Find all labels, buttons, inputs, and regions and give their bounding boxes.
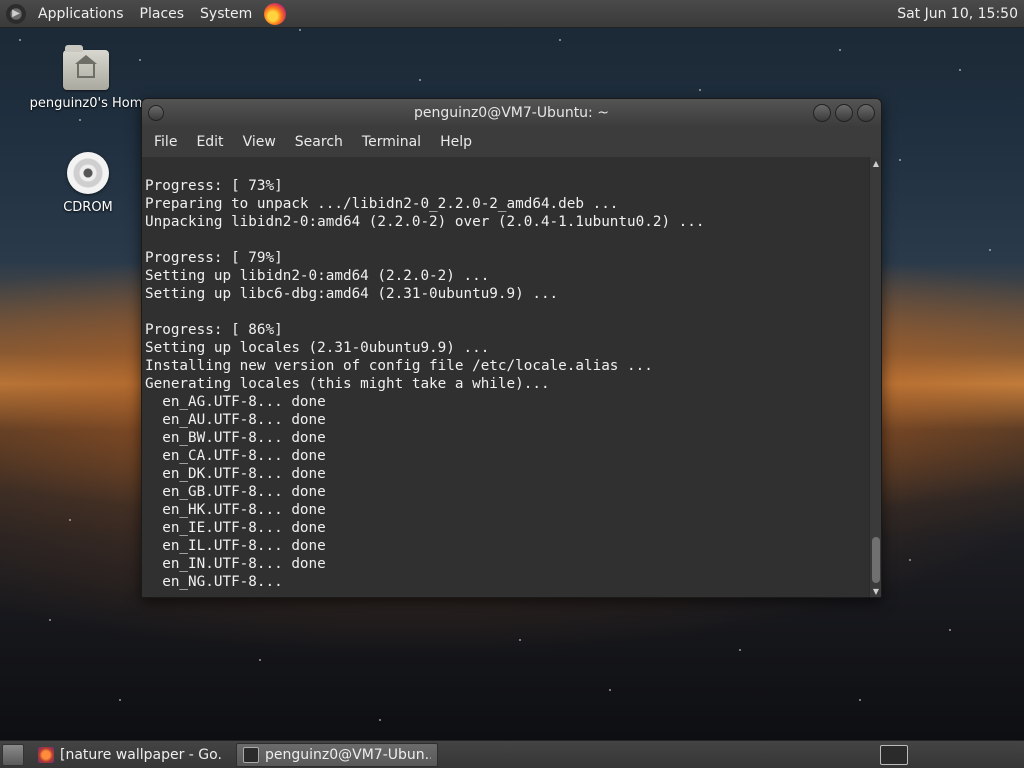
workspace-switcher-icon[interactable]	[880, 744, 908, 765]
cdrom-icon	[67, 152, 109, 194]
terminal-line: Unpacking libidn2-0:amd64 (2.2.0-2) over…	[145, 214, 705, 230]
home-folder-icon	[63, 45, 109, 90]
taskbar-item-browser[interactable]: [nature wallpaper - Go...	[32, 743, 228, 767]
system-menu[interactable]: System	[196, 6, 256, 22]
cdrom-label: CDROM	[63, 200, 113, 215]
taskbar-item-label: penguinz0@VM7-Ubun...	[265, 746, 431, 763]
desktop-home-folder[interactable]: penguinz0's Hom	[26, 45, 146, 111]
places-menu[interactable]: Places	[136, 6, 189, 22]
terminal-window: penguinz0@VM7-Ubuntu: ~ File Edit View S…	[141, 98, 882, 598]
maximize-button[interactable]	[835, 104, 853, 122]
terminal-line: Installing new version of config file /e…	[145, 358, 653, 374]
firefox-launcher-icon[interactable]	[264, 2, 287, 25]
menu-view[interactable]: View	[235, 134, 284, 150]
menu-search[interactable]: Search	[287, 134, 351, 150]
close-button[interactable]	[857, 104, 875, 122]
terminal-icon	[243, 746, 259, 763]
clock[interactable]: Sat Jun 10, 15:50	[897, 6, 1024, 22]
menu-file[interactable]: File	[146, 134, 185, 150]
menu-help[interactable]: Help	[432, 134, 480, 150]
terminal-line: en_GB.UTF-8... done	[145, 484, 326, 500]
taskbar-item-label: [nature wallpaper - Go...	[60, 746, 222, 763]
terminal-line: Setting up locales (2.31-0ubuntu9.9) ...	[145, 340, 490, 356]
terminal-line: Progress: [ 86%]	[145, 322, 283, 338]
window-menu-button[interactable]	[148, 105, 164, 121]
terminal-menubar: File Edit View Search Terminal Help	[142, 127, 881, 157]
terminal-line: en_NG.UTF-8...	[145, 574, 283, 590]
terminal-line: Generating locales (this might take a wh…	[145, 376, 550, 392]
terminal-line: en_IN.UTF-8... done	[145, 556, 326, 572]
top-panel: ▶ Applications Places System Sat Jun 10,…	[0, 0, 1024, 28]
terminal-line: en_DK.UTF-8... done	[145, 466, 326, 482]
terminal-line: en_AG.UTF-8... done	[145, 394, 326, 410]
show-desktop-icon[interactable]	[2, 743, 24, 766]
menu-terminal[interactable]: Terminal	[354, 134, 429, 150]
terminal-line: Setting up libc6-dbg:amd64 (2.31-0ubuntu…	[145, 286, 559, 302]
home-folder-label: penguinz0's Hom	[29, 96, 143, 111]
terminal-output[interactable]: Progress: [ 73%] Preparing to unpack ...…	[142, 157, 869, 597]
terminal-line: en_HK.UTF-8... done	[145, 502, 326, 518]
applications-menu[interactable]: Applications	[34, 6, 128, 22]
terminal-titlebar[interactable]: penguinz0@VM7-Ubuntu: ~	[142, 99, 881, 127]
terminal-line: en_BW.UTF-8... done	[145, 430, 326, 446]
terminal-line: Preparing to unpack .../libidn2-0_2.2.0-…	[145, 196, 619, 212]
terminal-line: Progress: [ 79%]	[145, 250, 283, 266]
scroll-up-arrow-icon[interactable]: ▲	[870, 157, 881, 169]
browser-icon	[38, 746, 54, 763]
bottom-panel: [nature wallpaper - Go... penguinz0@VM7-…	[0, 740, 1024, 768]
terminal-line: en_IE.UTF-8... done	[145, 520, 326, 536]
window-title: penguinz0@VM7-Ubuntu: ~	[414, 105, 609, 121]
menu-edit[interactable]: Edit	[188, 134, 231, 150]
terminal-scrollbar[interactable]: ▲ ▼	[869, 157, 881, 597]
taskbar-item-terminal[interactable]: penguinz0@VM7-Ubun...	[236, 742, 438, 767]
minimize-button[interactable]	[813, 104, 831, 122]
scroll-thumb[interactable]	[872, 537, 880, 583]
terminal-line: en_AU.UTF-8... done	[145, 412, 326, 428]
desktop-cdrom[interactable]: CDROM	[48, 152, 128, 215]
terminal-line: en_IL.UTF-8... done	[145, 538, 326, 554]
terminal-line: en_CA.UTF-8... done	[145, 448, 326, 464]
terminal-line: Progress: [ 73%]	[145, 178, 283, 194]
terminal-line: Setting up libidn2-0:amd64 (2.2.0-2) ...	[145, 268, 490, 284]
gnome-menu-icon[interactable]: ▶	[6, 3, 26, 24]
scroll-down-arrow-icon[interactable]: ▼	[870, 585, 881, 597]
